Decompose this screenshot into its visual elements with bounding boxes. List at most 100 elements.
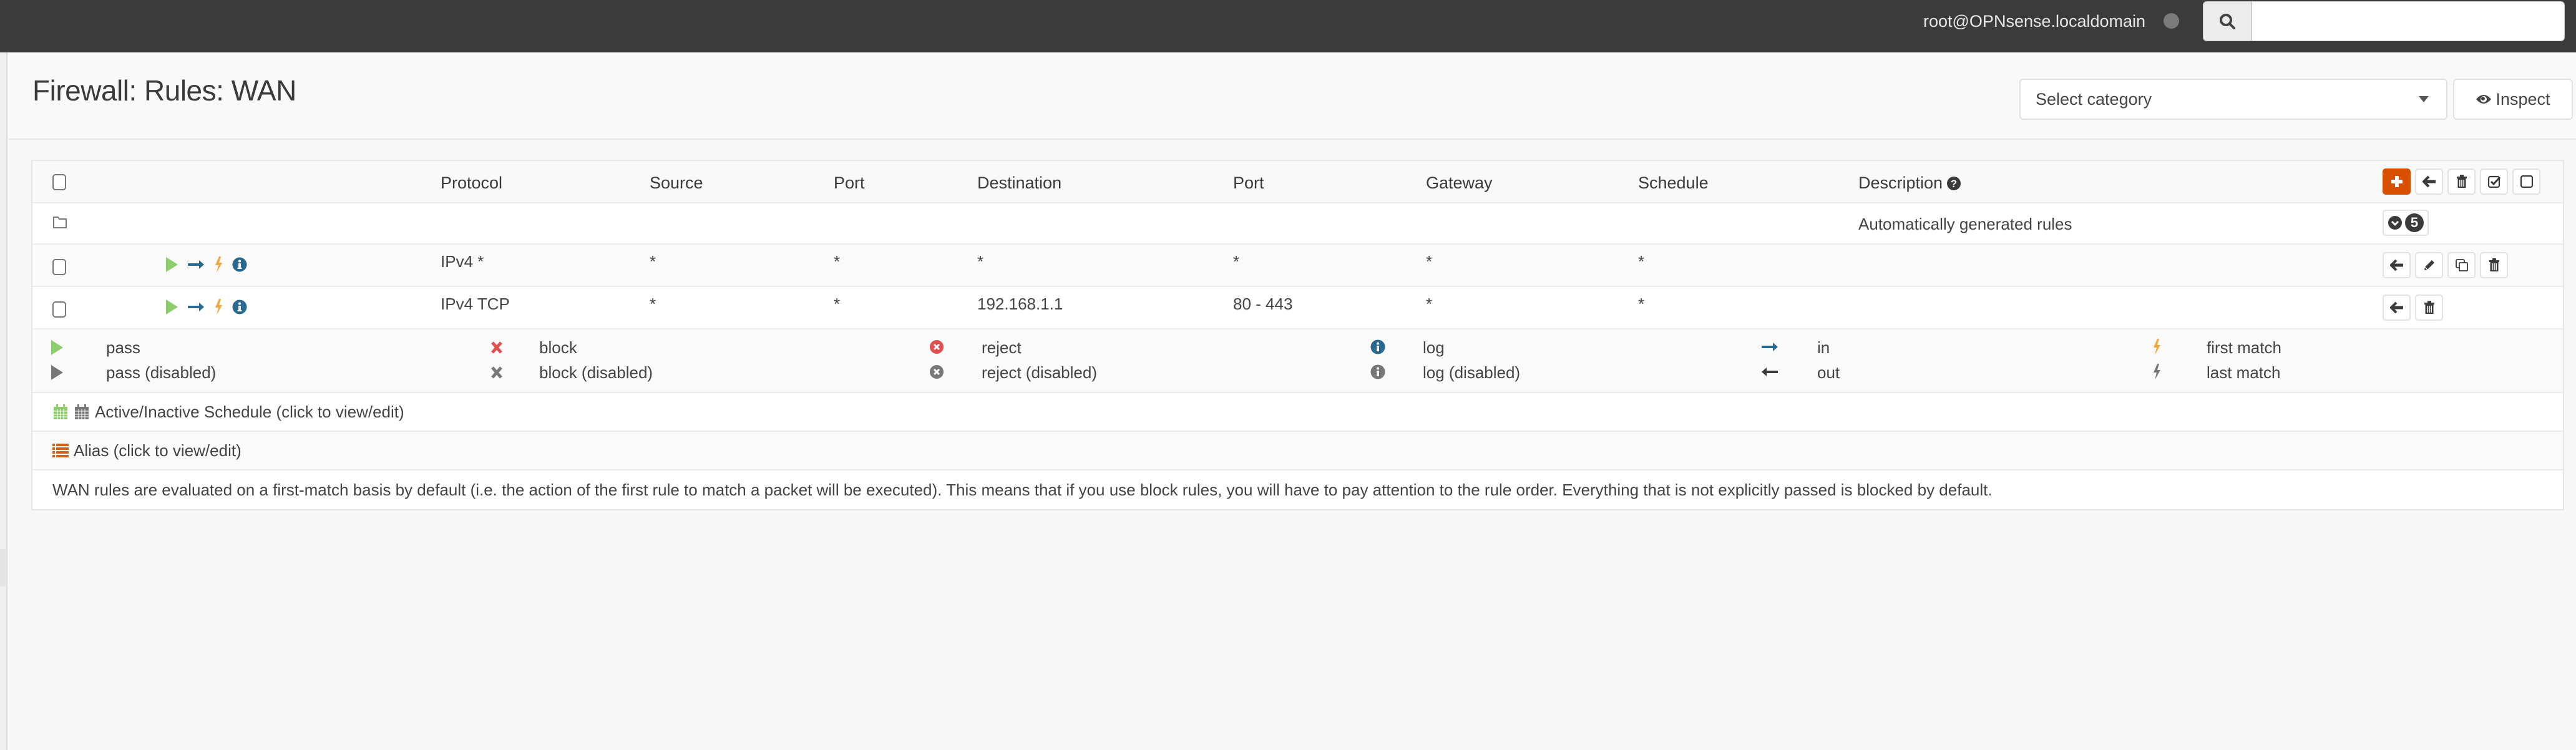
rule-status-icons bbox=[165, 256, 247, 273]
reject-disabled-icon bbox=[930, 365, 944, 379]
rule-destination: 192.168.1.1 bbox=[977, 295, 1063, 313]
expand-category-button[interactable]: 5 bbox=[2383, 210, 2429, 236]
row-actions bbox=[2383, 252, 2508, 278]
trash-icon bbox=[2456, 175, 2467, 188]
pass-icon bbox=[51, 340, 63, 355]
plus-icon bbox=[2391, 176, 2403, 187]
column-header-source-port[interactable]: Port bbox=[834, 173, 865, 193]
rule-schedule: * bbox=[1638, 295, 1645, 313]
check-square-icon bbox=[2487, 175, 2500, 188]
column-header-gateway[interactable]: Gateway bbox=[1426, 173, 1493, 193]
arrow-left-icon bbox=[2389, 259, 2403, 271]
alias-legend-row: Alias (click to view/edit) bbox=[32, 432, 2563, 470]
delete-rule-button[interactable] bbox=[2480, 252, 2508, 278]
schedule-link[interactable]: Active/Inactive Schedule (click to view/… bbox=[95, 402, 404, 422]
rule-status-icons bbox=[165, 298, 247, 316]
legend-in: in bbox=[1761, 338, 1830, 357]
category-row-automatic[interactable]: Automatically generated rules 5 bbox=[32, 203, 2563, 245]
table-header: Protocol Source Port Destination Port Ga… bbox=[32, 161, 2563, 203]
legend: pass pass (disabled) block block (disabl… bbox=[32, 329, 2563, 393]
column-header-protocol[interactable]: Protocol bbox=[441, 173, 502, 193]
move-selected-button[interactable] bbox=[2415, 168, 2443, 195]
pass-icon[interactable] bbox=[165, 256, 178, 273]
direction-in-icon bbox=[188, 260, 204, 269]
rule-gateway: * bbox=[1426, 295, 1433, 313]
calendar-inactive-icon bbox=[75, 404, 89, 419]
column-header-destination[interactable]: Destination bbox=[977, 173, 1061, 193]
rule-source-port: * bbox=[834, 252, 841, 271]
quick-first-match-icon bbox=[2154, 339, 2160, 355]
select-all-checkbox[interactable] bbox=[52, 174, 66, 190]
rule-protocol: IPv4 TCP bbox=[441, 295, 510, 313]
page-header: Firewall: Rules: WAN Select category Ins… bbox=[9, 52, 2576, 140]
log-info-icon bbox=[232, 300, 247, 314]
legend-last-match: last match bbox=[2152, 363, 2281, 382]
list-icon bbox=[52, 444, 69, 457]
rules-note: WAN rules are evaluated on a first-match… bbox=[32, 470, 2563, 509]
description-header-label: Description bbox=[1858, 173, 1943, 192]
trash-icon bbox=[2424, 301, 2434, 314]
rule-destination-port: * bbox=[1233, 252, 1240, 271]
rules-panel: Protocol Source Port Destination Port Ga… bbox=[31, 160, 2564, 510]
folder-icon bbox=[53, 217, 67, 228]
edit-rule-button[interactable] bbox=[2415, 252, 2443, 278]
legend-block: block bbox=[490, 338, 577, 357]
clone-icon bbox=[2455, 259, 2468, 271]
eye-icon bbox=[2476, 95, 2492, 104]
row-checkbox[interactable] bbox=[52, 259, 66, 275]
column-header-source[interactable]: Source bbox=[650, 173, 703, 193]
status-indicator-icon[interactable] bbox=[2164, 13, 2179, 29]
table-row[interactable]: IPv4 TCP * * 192.168.1.1 80 - 443 * * bbox=[32, 287, 2563, 329]
category-select-value: Select category bbox=[2036, 90, 2152, 109]
move-before-button[interactable] bbox=[2383, 295, 2411, 321]
search-input[interactable] bbox=[2252, 2, 2564, 41]
disable-selected-button[interactable] bbox=[2512, 168, 2540, 195]
reject-icon bbox=[930, 340, 944, 354]
sidebar-toggle[interactable] bbox=[0, 549, 6, 587]
rule-source: * bbox=[650, 295, 656, 313]
column-header-description[interactable]: Description ? bbox=[1858, 173, 1961, 193]
inspect-button[interactable]: Inspect bbox=[2453, 79, 2573, 120]
move-before-button[interactable] bbox=[2383, 252, 2411, 278]
chevron-circle-down-icon bbox=[2388, 216, 2402, 230]
clone-rule-button[interactable] bbox=[2447, 252, 2476, 278]
inspect-label: Inspect bbox=[2496, 89, 2550, 109]
legend-out: out bbox=[1761, 363, 1840, 382]
legend-first-match: first match bbox=[2152, 338, 2281, 357]
schedule-legend-row: Active/Inactive Schedule (click to view/… bbox=[32, 393, 2563, 432]
delete-rule-button[interactable] bbox=[2415, 295, 2443, 321]
sidebar-collapsed bbox=[0, 52, 7, 750]
legend-pass: pass bbox=[50, 338, 140, 357]
trash-icon bbox=[2489, 258, 2499, 271]
help-icon[interactable]: ? bbox=[1946, 176, 1961, 191]
global-search bbox=[2203, 1, 2565, 41]
logged-in-user[interactable]: root@OPNsense.localdomain bbox=[1923, 10, 2145, 32]
table-row[interactable]: IPv4 * * * * * * * bbox=[32, 245, 2563, 287]
delete-selected-button[interactable] bbox=[2447, 168, 2476, 195]
bulk-actions bbox=[2383, 168, 2540, 195]
log-info-icon bbox=[232, 257, 247, 272]
row-checkbox[interactable] bbox=[52, 301, 66, 318]
quick-last-match-icon bbox=[2154, 364, 2160, 380]
legend-log: log bbox=[1370, 338, 1445, 357]
rule-protocol: IPv4 * bbox=[441, 252, 484, 271]
search-icon bbox=[2220, 14, 2235, 29]
column-header-destination-port[interactable]: Port bbox=[1233, 173, 1264, 193]
pass-disabled-icon bbox=[51, 365, 63, 380]
column-header-schedule[interactable]: Schedule bbox=[1638, 173, 1709, 193]
alias-link[interactable]: Alias (click to view/edit) bbox=[74, 441, 242, 460]
log-icon bbox=[1370, 339, 1385, 354]
page-title: Firewall: Rules: WAN bbox=[32, 74, 296, 107]
rules-note-text: WAN rules are evaluated on a first-match… bbox=[52, 480, 1993, 499]
direction-out-icon bbox=[1762, 368, 1778, 376]
category-select[interactable]: Select category bbox=[2019, 79, 2447, 120]
add-rule-button[interactable] bbox=[2383, 168, 2411, 195]
pass-icon[interactable] bbox=[165, 299, 178, 315]
direction-in-icon bbox=[1762, 343, 1778, 351]
legend-block-disabled: block (disabled) bbox=[490, 363, 653, 382]
enable-selected-button[interactable] bbox=[2480, 168, 2508, 195]
quick-first-match-icon bbox=[215, 256, 222, 273]
legend-reject-disabled: reject (disabled) bbox=[929, 363, 1097, 382]
search-button[interactable] bbox=[2203, 2, 2252, 41]
direction-in-icon bbox=[188, 303, 204, 311]
